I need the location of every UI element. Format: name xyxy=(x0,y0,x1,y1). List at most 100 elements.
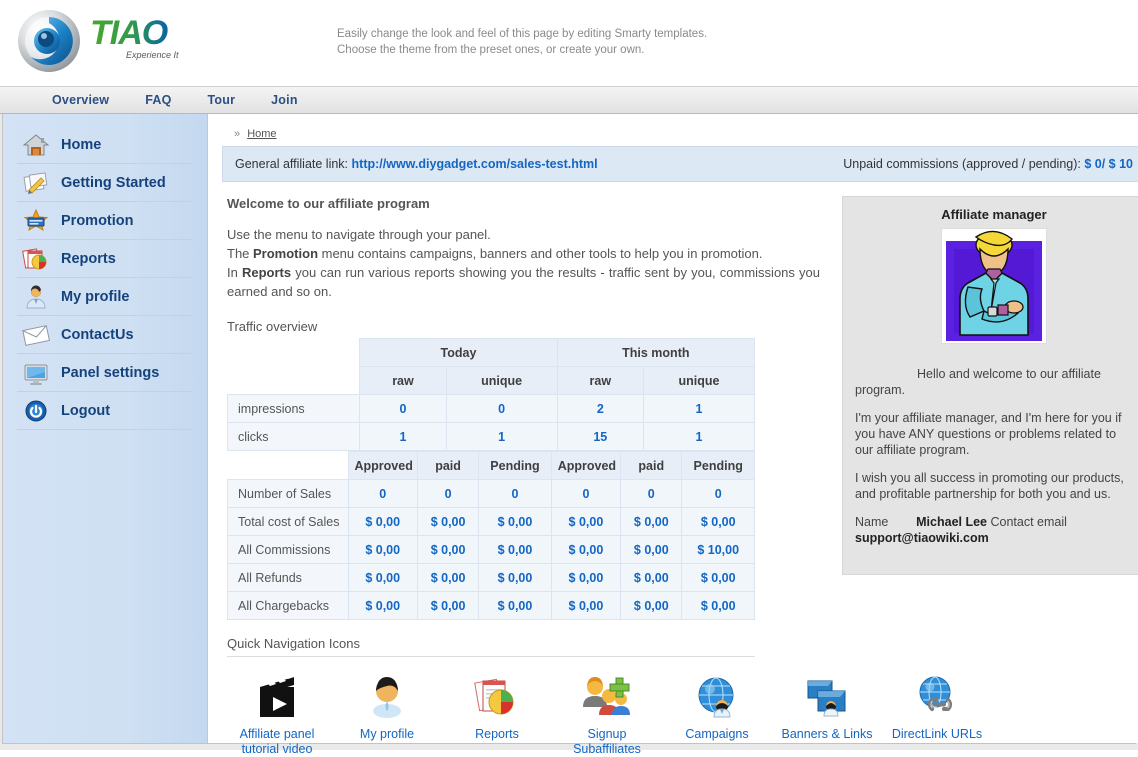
quicknav-label: Affiliate panel tutorial video xyxy=(239,727,315,756)
row-label-clicks: clicks xyxy=(226,422,361,451)
cell: $ 0,00 xyxy=(416,507,480,536)
cell-clicks-today-raw: 1 xyxy=(359,422,447,451)
row-label-impressions: impressions xyxy=(226,394,361,423)
cell: 0 xyxy=(347,479,418,508)
quicknav-label: My profile xyxy=(359,727,415,741)
corner-cell xyxy=(227,366,360,395)
traffic-overview-table: Today This month raw unique raw unique i… xyxy=(226,338,756,451)
subheader-today-unique: unique xyxy=(445,366,558,395)
brand-logo[interactable]: TIAO Experience It xyxy=(16,8,210,74)
header-month-paid: paid xyxy=(620,451,683,480)
row-label-all-refunds: All Refunds xyxy=(227,563,349,592)
topnav-item-tour[interactable]: Tour xyxy=(208,93,236,107)
breadcrumb-chevron-icon: » xyxy=(234,128,241,140)
quicknav-label: Reports xyxy=(475,727,519,741)
table-row-subheaders: raw unique raw unique xyxy=(227,366,756,395)
cell-impressions-today-unique: 0 xyxy=(445,394,558,423)
sidebar-item-contact-us[interactable]: ContactUs xyxy=(17,316,193,354)
cell: 0 xyxy=(620,479,683,508)
header-today-paid: paid xyxy=(416,451,480,480)
quicknav-item-campaigns[interactable]: Campaigns xyxy=(662,667,772,757)
quicknav-item-tutorial-video[interactable]: Affiliate panel tutorial video xyxy=(222,667,332,757)
sidebar-item-label: Promotion xyxy=(61,212,134,229)
sidebar-item-panel-settings[interactable]: Panel settings xyxy=(17,354,193,392)
cell-impressions-month-raw: 2 xyxy=(556,394,644,423)
cell-clicks-month-unique: 1 xyxy=(642,422,756,451)
affiliate-manager-message: Hello and welcome to our affiliate progr… xyxy=(855,366,1133,546)
quicknav-item-signup-subaffiliates[interactable]: Signup Subaffiliates xyxy=(552,667,662,757)
cell: $ 0,00 xyxy=(478,563,552,592)
period-header-this-month: This month xyxy=(556,338,756,367)
quicknav-item-directlink-urls[interactable]: DirectLink URLs xyxy=(882,667,992,757)
sidebar-item-label: Reports xyxy=(61,250,116,267)
cell: 0 xyxy=(550,479,622,508)
table-row: All Chargebacks $ 0,00 $ 0,00 $ 0,00 $ 0… xyxy=(227,591,755,620)
cell: $ 0,00 xyxy=(550,535,622,564)
page-header: TIAO Experience It Easily change the loo… xyxy=(0,0,1138,86)
quicknav-label: Signup Subaffiliates xyxy=(573,727,641,756)
table-row: Number of Sales 0 0 0 0 0 0 xyxy=(227,479,755,508)
cell: $ 0,00 xyxy=(550,507,622,536)
quicknav-item-my-profile[interactable]: My profile xyxy=(332,667,442,757)
manager-email-label: Contact email xyxy=(990,515,1067,529)
sales-summary-table: Approved paid Pending Approved paid Pend… xyxy=(227,451,755,620)
topnav-item-join[interactable]: Join xyxy=(271,93,298,107)
topnav-item-overview[interactable]: Overview xyxy=(52,93,109,107)
quick-navigation-title: Quick Navigation Icons xyxy=(227,636,755,657)
breadcrumb-link-home[interactable]: Home xyxy=(247,128,276,140)
manager-email-value: support@tiaowiki.com xyxy=(855,531,989,545)
manager-body-1: I'm your affiliate manager, and I'm here… xyxy=(855,411,1122,457)
sidebar-item-promotion[interactable]: Promotion xyxy=(17,202,193,240)
breadcrumb: » Home xyxy=(222,124,1138,146)
sidebar-item-my-profile[interactable]: My profile xyxy=(17,278,193,316)
cell: $ 0,00 xyxy=(478,591,552,620)
envelope-icon xyxy=(21,321,51,349)
traffic-overview-title: Traffic overview xyxy=(227,319,318,334)
svg-text:TIAO: TIAO xyxy=(90,14,168,52)
intro-line-2-suffix: menu contains campaigns, banners and oth… xyxy=(318,246,763,261)
cell: $ 0,00 xyxy=(416,535,480,564)
sidebar-item-getting-started[interactable]: Getting Started xyxy=(17,164,193,202)
topnav-item-faq[interactable]: FAQ xyxy=(145,93,171,107)
intro-line-3-prefix: In xyxy=(227,265,242,280)
users-plus-icon xyxy=(552,667,662,723)
film-clapper-play-icon xyxy=(222,667,332,723)
table-row-periods: Today This month xyxy=(227,338,756,367)
table-row: Total cost of Sales $ 0,00 $ 0,00 $ 0,00… xyxy=(227,507,755,536)
table-row: All Commissions $ 0,00 $ 0,00 $ 0,00 $ 0… xyxy=(227,535,755,564)
sidebar-item-home[interactable]: Home xyxy=(17,126,193,164)
quicknav-label: Campaigns xyxy=(685,727,749,741)
cell: $ 0,00 xyxy=(347,535,418,564)
header-today-approved: Approved xyxy=(347,451,418,480)
sidebar-item-label: My profile xyxy=(61,288,130,305)
intro-line-3-suffix: you can run various reports showing you … xyxy=(227,265,820,299)
cell: $ 0,00 xyxy=(416,563,480,592)
quicknav-item-reports[interactable]: Reports xyxy=(442,667,552,757)
affiliate-link-url[interactable]: http://www.diygadget.com/sales-test.html xyxy=(352,157,598,171)
globe-user-icon xyxy=(662,667,772,723)
sidebar-item-label: Logout xyxy=(61,402,111,419)
table-row: impressions 0 0 2 1 xyxy=(226,394,756,423)
intro-promotion-bold: Promotion xyxy=(253,246,319,261)
period-header-today: Today xyxy=(359,338,558,367)
screens-user-icon xyxy=(772,667,882,723)
manager-body-2: I wish you all success in promoting our … xyxy=(855,471,1124,501)
quicknav-item-banners-links[interactable]: Banners & Links xyxy=(772,667,882,757)
sidebar-item-reports[interactable]: Reports xyxy=(17,240,193,278)
header-month-approved: Approved xyxy=(550,451,622,480)
sidebar-item-logout[interactable]: Logout xyxy=(17,392,193,430)
row-label-total-cost-of-sales: Total cost of Sales xyxy=(227,507,349,536)
sidebar: Home Getting Started Promotion Reports M… xyxy=(3,114,208,743)
sidebar-item-label: Panel settings xyxy=(61,364,160,381)
cell: $ 0,00 xyxy=(681,591,755,620)
subheader-month-raw: raw xyxy=(556,366,644,395)
unpaid-commissions-label: Unpaid commissions (approved / pending): xyxy=(843,157,1081,171)
tagline-line-2: Choose the theme from the preset ones, o… xyxy=(337,44,645,56)
affiliate-link-group: General affiliate link: http://www.diyga… xyxy=(235,157,598,171)
cell: $ 0,00 xyxy=(620,507,683,536)
pencil-note-icon xyxy=(21,169,51,197)
monitor-icon xyxy=(21,359,51,387)
subheader-month-unique: unique xyxy=(642,366,756,395)
unpaid-commissions-group: Unpaid commissions (approved / pending):… xyxy=(843,157,1133,171)
cell: $ 0,00 xyxy=(347,507,418,536)
